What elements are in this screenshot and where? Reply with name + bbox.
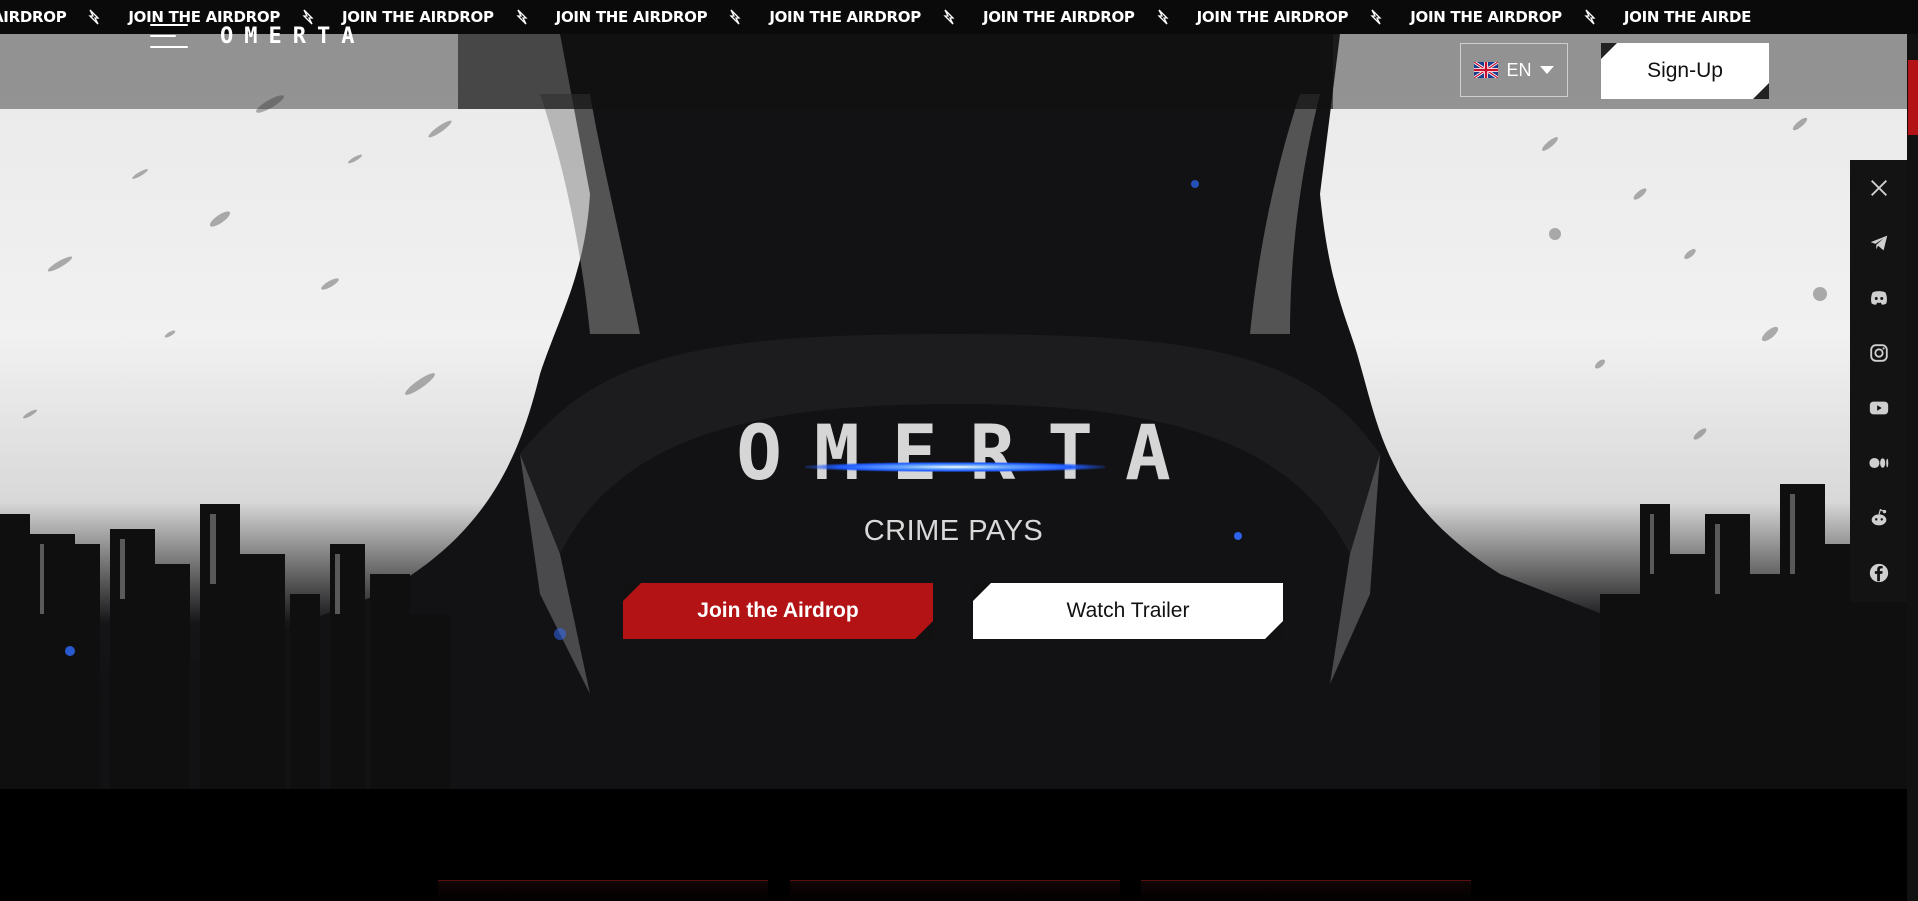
sign-up-label: Sign-Up xyxy=(1647,59,1723,82)
ticker-label: JOIN THE AIRDROP xyxy=(769,8,921,26)
social-sidebar xyxy=(1850,160,1907,602)
social-link-x[interactable] xyxy=(1850,160,1907,215)
ticker-label: JOIN THE AIRDROP xyxy=(982,8,1135,26)
ticker-label: JOIN THE AIRDE xyxy=(1623,8,1752,26)
button-notch xyxy=(1265,621,1283,639)
social-link-reddit[interactable] xyxy=(1850,490,1907,545)
ticker-item[interactable]: JOIN THE AIRDROP xyxy=(1197,8,1411,26)
discord-icon xyxy=(1870,290,1887,305)
join-airdrop-button[interactable]: Join the Airdrop xyxy=(623,583,933,639)
ticker-item[interactable]: JOIN THE AIRDROP xyxy=(1410,8,1624,26)
watch-trailer-label: Watch Trailer xyxy=(1066,599,1190,622)
reddit-icon xyxy=(1871,508,1886,525)
ticker-item[interactable]: JOIN THE AIRDROP xyxy=(983,8,1197,26)
logo-glow xyxy=(805,462,1105,472)
social-link-discord[interactable] xyxy=(1850,270,1907,325)
button-notch xyxy=(973,583,991,601)
chevron-down-icon xyxy=(1539,66,1554,74)
language-selector[interactable]: EN xyxy=(1460,43,1568,97)
menu-line xyxy=(150,35,176,37)
social-link-youtube[interactable] xyxy=(1850,380,1907,435)
bolt-icon xyxy=(943,9,955,25)
ticker-item[interactable]: JOIN THE AIRDROP xyxy=(342,8,556,26)
sign-up-button[interactable]: Sign-Up xyxy=(1601,43,1769,99)
social-link-facebook[interactable] xyxy=(1850,545,1907,600)
instagram-icon xyxy=(1869,343,1888,362)
page-scrollbar[interactable] xyxy=(1907,34,1918,901)
uk-flag-icon xyxy=(1474,62,1499,78)
ticker-label: JOIN THE AIRDROP xyxy=(1410,8,1562,26)
join-airdrop-label: Join the Airdrop xyxy=(697,599,859,622)
bolt-icon xyxy=(1584,9,1596,25)
social-link-medium[interactable] xyxy=(1850,435,1907,490)
ticker-item[interactable]: AIRDROP xyxy=(0,8,128,26)
bolt-icon xyxy=(302,9,314,25)
ticker-label: JOIN THE AIRDROP xyxy=(1196,8,1349,26)
menu-line xyxy=(150,24,188,26)
ticker-item[interactable]: JOIN THE AIRDE xyxy=(1624,8,1771,26)
bolt-icon xyxy=(1157,9,1169,25)
language-label: EN xyxy=(1506,59,1532,80)
social-link-instagram[interactable] xyxy=(1850,325,1907,380)
bolt-icon xyxy=(516,9,528,25)
button-notch xyxy=(1753,83,1769,99)
watch-trailer-button[interactable]: Watch Trailer xyxy=(973,583,1283,639)
hero-tagline: CRIME PAYS xyxy=(863,515,1044,547)
youtube-icon xyxy=(1869,401,1888,414)
ticker-item[interactable]: JOIN THE AIRDROP xyxy=(556,8,770,26)
facebook-icon xyxy=(1869,563,1888,582)
ticker-item[interactable]: JOIN THE AIRDROP xyxy=(769,8,983,26)
scrollbar-thumb[interactable] xyxy=(1908,60,1918,135)
feature-card[interactable] xyxy=(790,880,1120,901)
ticker-label: JOIN THE AIRDROP xyxy=(555,8,708,26)
ticker-label: AIRDROP xyxy=(0,8,67,26)
social-link-telegram[interactable] xyxy=(1850,215,1907,270)
menu-line xyxy=(150,46,188,48)
bolt-icon xyxy=(1370,9,1382,25)
header-center-shade xyxy=(458,34,1333,109)
hamburger-menu-button[interactable] xyxy=(150,24,188,52)
feature-card[interactable] xyxy=(438,880,768,901)
bolt-icon xyxy=(88,9,100,25)
button-notch xyxy=(915,621,933,639)
button-notch xyxy=(623,583,641,601)
ticker-label: JOIN THE AIRDROP xyxy=(342,8,494,26)
x-icon xyxy=(1870,179,1887,196)
hero-title-logo: OMERTA xyxy=(736,408,1203,497)
bolt-icon xyxy=(729,9,741,25)
feature-card[interactable] xyxy=(1141,880,1471,901)
telegram-icon xyxy=(1870,235,1887,250)
button-notch xyxy=(1601,43,1617,59)
header-logo[interactable]: OMERTA xyxy=(220,24,365,49)
medium-icon xyxy=(1868,457,1888,468)
